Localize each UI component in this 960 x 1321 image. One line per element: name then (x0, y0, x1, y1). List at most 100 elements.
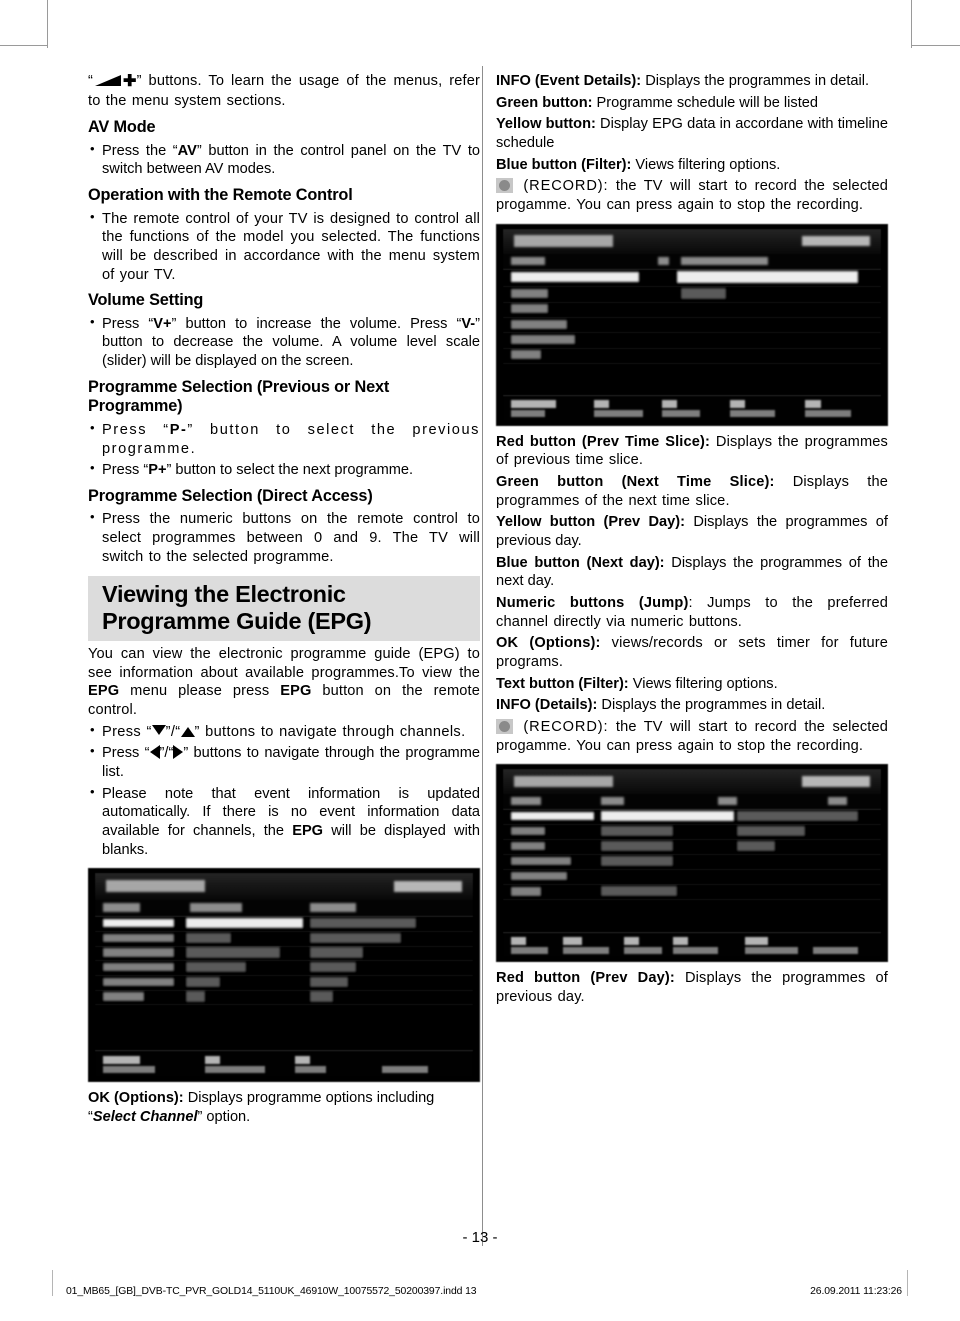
epg-key-button (673, 937, 689, 945)
key-v-plus: V+ (153, 315, 172, 332)
epg-row (503, 854, 881, 871)
epg-key-label (812, 946, 859, 954)
epg-key-button (661, 400, 677, 408)
epg-programme-cell (310, 932, 402, 943)
epg-key-green: Green button: Programme schedule will be… (496, 94, 818, 111)
epg-key-yellow: Yellow button: Display EPG data in accor… (496, 116, 888, 152)
epg-key-red-time-slice: Red button (Prev Time Slice): Displays t… (496, 433, 888, 469)
epg-key-label (729, 409, 776, 417)
epg-key-ok-options: OK (Options): views/records or sets time… (496, 635, 888, 671)
list-item: Press the “AV” button in the control pan… (88, 141, 480, 179)
epg-key-record-top: (RECORD): the TV will start to record th… (496, 178, 888, 214)
epg-title-text (106, 880, 205, 893)
epg-column-headers (503, 793, 881, 810)
record-icon (496, 719, 513, 735)
epg-key-label (382, 1065, 428, 1074)
epg-timeline-block (737, 810, 859, 822)
epg-screen-inner (95, 873, 473, 1078)
key-p-plus: P+ (148, 462, 167, 479)
left-column: “✚” buttons. To learn the usage of the m… (88, 72, 480, 1130)
epg-row (503, 884, 881, 901)
section-heading-epg-line1: Viewing the Electronic (102, 580, 346, 607)
epg-channel-label (102, 977, 175, 987)
epg-key-label (661, 409, 700, 417)
epg-row (503, 332, 881, 349)
epg-programme-cell (185, 962, 247, 973)
epg-programme-detail (676, 271, 859, 284)
list-item: Press “P+” button to select the next pro… (88, 460, 480, 480)
epg-timeline-block (601, 825, 674, 837)
epg-row (95, 916, 473, 932)
epg-key-label (593, 409, 643, 417)
epg-key-button (744, 937, 768, 945)
epg-key-label (673, 946, 719, 954)
epg-channel-label (510, 272, 640, 283)
epg-channel-label (510, 841, 545, 851)
crop-mark-top-right-vertical (911, 0, 912, 48)
epg-timeline-block (737, 840, 776, 852)
epg-timeline-block (601, 855, 674, 867)
epg-programme-cell (310, 991, 334, 1002)
epg-key-yellow-prev-day: Yellow button (Prev Day): Displays the p… (496, 514, 888, 550)
epg-channel-label (510, 319, 568, 329)
epg-colour-key-bar (503, 932, 881, 958)
epg-clock (801, 235, 870, 247)
epg-title-text (514, 235, 613, 247)
epg-key-label (744, 946, 798, 954)
epg-key-label (623, 946, 662, 954)
arrow-down-icon (151, 724, 166, 735)
epg-title-bar (503, 769, 881, 795)
epg-key-button (204, 1055, 220, 1064)
epg-key-button (563, 937, 583, 945)
epg-channel-label (510, 304, 549, 314)
page-number: - 13 - (462, 1229, 498, 1246)
ok-options-caption: OK (Options): Displays programme options… (88, 1090, 435, 1126)
arrow-right-icon (173, 745, 184, 760)
epg-key-button (729, 400, 745, 408)
epg-key-button (102, 1055, 141, 1064)
epg-key-label (510, 409, 545, 417)
epg-key-button (510, 937, 526, 945)
epg-key-button (295, 1055, 311, 1064)
epg-screenshot-now-next (496, 223, 888, 426)
epg-channel-label (510, 871, 568, 881)
epg-key-button (805, 400, 821, 408)
epg-key-text-filter: Text button (Filter): Views filtering op… (496, 675, 778, 692)
epg-channel-label (102, 992, 145, 1001)
epg-row (503, 348, 881, 365)
heading-programme-selection-prev-next: Programme Selection (Previous or Next Pr… (88, 377, 390, 416)
epg-channel-label (510, 335, 575, 345)
footer-rule-right (907, 1270, 908, 1296)
volume-buttons-intro: “✚” buttons. To learn the usage of the m… (88, 73, 480, 110)
epg-programme-cell (185, 932, 232, 943)
footer-timestamp: 26.09.2011 11:23:26 (810, 1286, 902, 1297)
list-item: Press “”/“” buttons to navigate through … (88, 722, 480, 742)
epg-channel-label (102, 933, 175, 943)
epg-row (95, 960, 473, 976)
epg-row (95, 946, 473, 962)
crop-mark-top-right-horizontal (912, 45, 960, 46)
epg-programme-cell (310, 947, 364, 958)
epg-row (503, 286, 881, 303)
epg-row (503, 302, 881, 319)
epg-key-label (295, 1065, 326, 1074)
epg-navigation-bullets: Press “”/“” buttons to navigate through … (88, 722, 480, 860)
epg-channel-label (102, 962, 175, 972)
epg-row (503, 809, 881, 825)
epg-channel-label (510, 811, 594, 821)
epg-row (503, 269, 881, 288)
epg-column-headers (503, 253, 881, 271)
epg-screenshot-list-view (88, 868, 480, 1083)
epg-clock (393, 880, 462, 892)
programme-direct-bullets: Press the numeric buttons on the remote … (88, 509, 480, 566)
epg-timeline-block (601, 840, 674, 852)
key-p-minus: P- (169, 421, 188, 438)
list-item: Press “”/“” buttons to navigate through … (88, 743, 480, 781)
epg-key-button (593, 400, 609, 408)
epg-title-bar (503, 228, 881, 255)
epg-key-green-time-slice: Green button (Next Time Slice): Displays… (496, 474, 888, 509)
epg-key-record-bottom: (RECORD): the TV will start to record th… (496, 719, 888, 754)
document-page: “✚” buttons. To learn the usage of the m… (0, 0, 960, 1321)
epg-timeline-block (737, 825, 806, 837)
epg-clock (801, 776, 870, 787)
